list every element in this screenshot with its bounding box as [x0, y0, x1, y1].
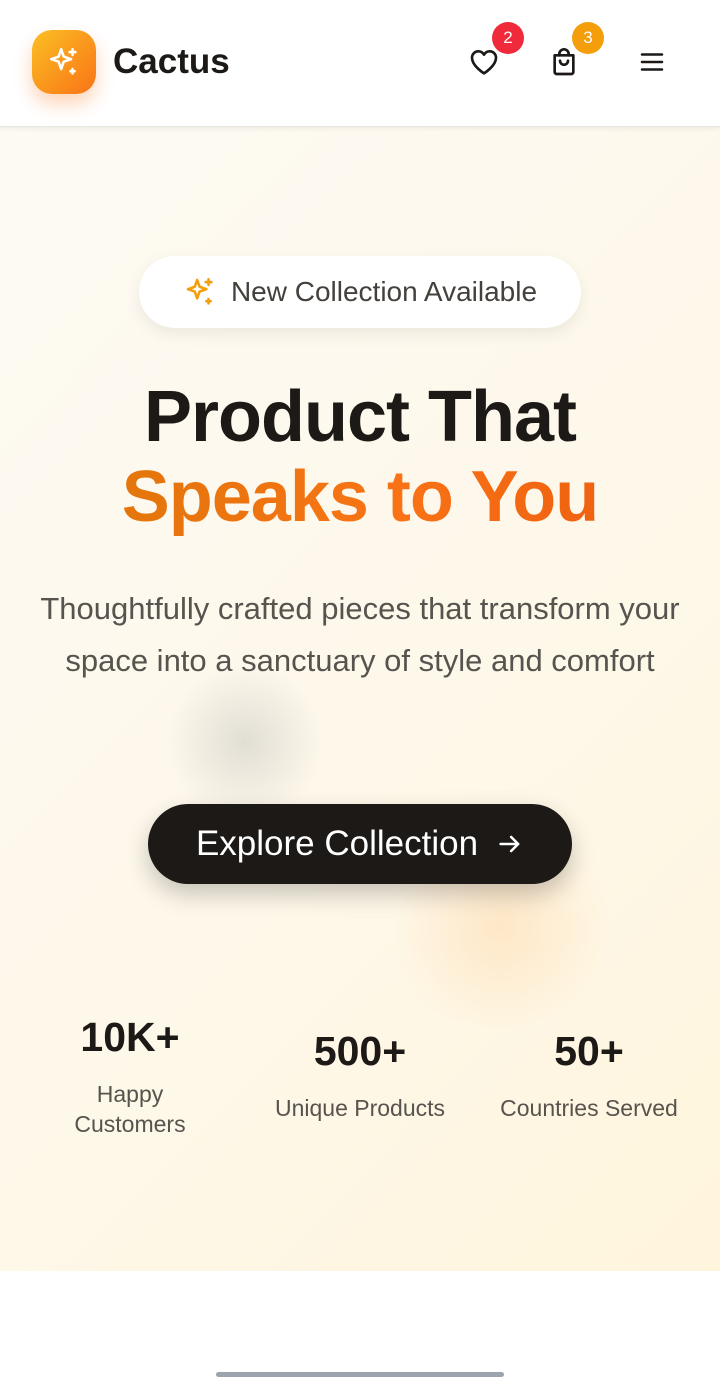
- stat-label: Happy Customers: [74, 1081, 186, 1137]
- cta-label: Explore Collection: [195, 824, 479, 863]
- stat-value: 10K+: [80, 1014, 180, 1060]
- hero-section: New Collection Available Product That Sp…: [0, 127, 720, 1271]
- stat-countries-served: 50+ Countries Served: [474, 1027, 704, 1123]
- top-header: Cactus 2 3: [0, 0, 720, 127]
- stat-happy-customers: 10K+ Happy Customers: [15, 1013, 245, 1139]
- wishlist-count-badge: 2: [492, 22, 524, 54]
- hero-subtitle: Thoughtfully crafted pieces that transfo…: [40, 591, 680, 678]
- arrow-right-icon: [499, 835, 520, 853]
- new-collection-pill[interactable]: New Collection Available: [139, 256, 581, 328]
- stat-label: Countries Served: [500, 1095, 678, 1121]
- stat-unique-products: 500+ Unique Products: [245, 1027, 475, 1123]
- sparkles-icon: [49, 47, 77, 75]
- sparkles-icon: [186, 277, 213, 305]
- stat-value: 50+: [554, 1028, 624, 1074]
- shopping-bag-icon: [553, 48, 575, 76]
- stat-value: 500+: [313, 1028, 407, 1074]
- menu-button[interactable]: [628, 38, 676, 86]
- pill-label: New Collection Available: [230, 276, 538, 307]
- headline-line2: Speaks to You: [0, 455, 720, 539]
- menu-icon: [640, 53, 664, 71]
- home-indicator[interactable]: [216, 1372, 504, 1377]
- headline-line1: Product That: [144, 377, 577, 457]
- logo-badge[interactable]: [32, 30, 96, 94]
- heart-icon: [470, 50, 498, 75]
- explore-collection-button[interactable]: Explore Collection: [148, 804, 572, 884]
- decorative-blur: [160, 667, 330, 817]
- brand-name[interactable]: Cactus: [113, 40, 230, 84]
- stat-label: Unique Products: [274, 1095, 446, 1121]
- cart-count-badge: 3: [572, 22, 604, 54]
